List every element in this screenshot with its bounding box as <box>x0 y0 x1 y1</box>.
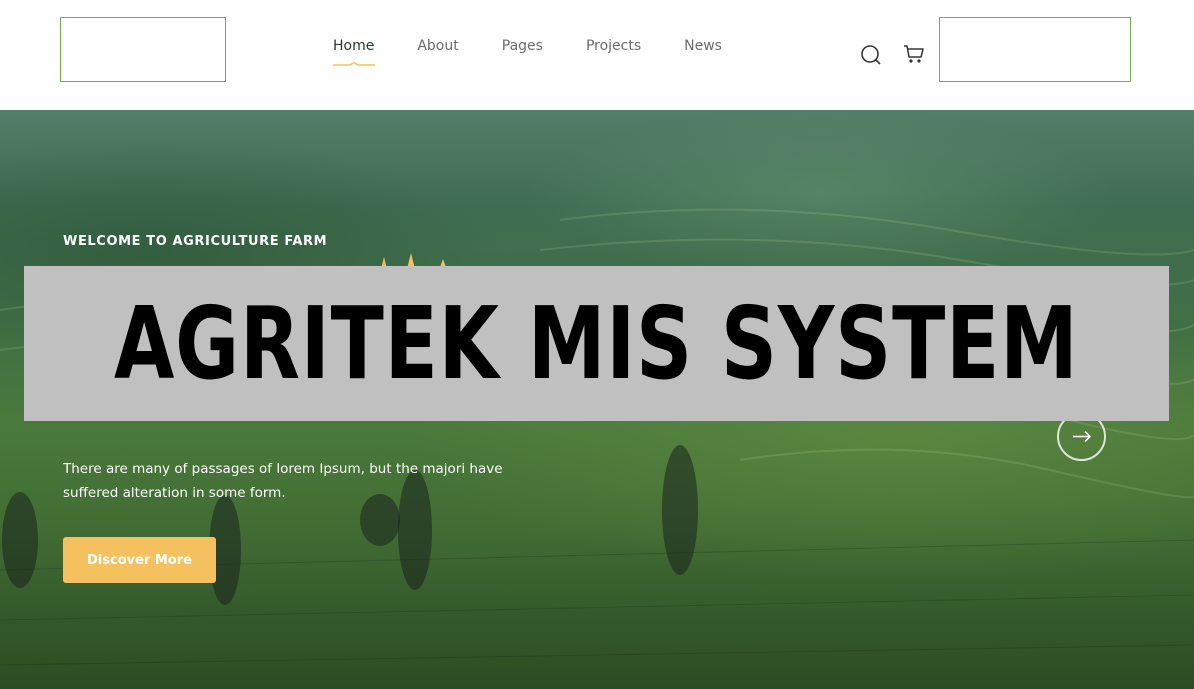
cart-icon[interactable] <box>902 42 926 66</box>
banner-title: AGRITEK MIS SYSTEM <box>114 285 1079 402</box>
search-icon[interactable] <box>859 43 883 67</box>
nav-item-home[interactable]: Home <box>333 38 375 66</box>
nav-item-label: Home <box>333 38 375 54</box>
nav-item-label: Projects <box>585 38 642 54</box>
main-nav: Home About Pages Projects News <box>333 38 765 66</box>
header-button-placeholder[interactable] <box>939 17 1131 82</box>
nav-item-projects[interactable]: Projects <box>586 38 641 54</box>
hero-description: There are many of passages of lorem Ipsu… <box>63 461 503 501</box>
nav-item-news[interactable]: News <box>684 38 722 54</box>
nav-item-label: About <box>417 38 459 54</box>
discover-more-button[interactable]: Discover More <box>63 537 216 583</box>
nav-item-pages[interactable]: Pages <box>502 38 543 54</box>
nav-item-about[interactable]: About <box>417 38 458 54</box>
logo-placeholder[interactable] <box>60 17 226 82</box>
nav-item-label: News <box>684 38 722 54</box>
nav-item-label: Pages <box>501 38 543 54</box>
active-underline-icon <box>333 62 375 66</box>
title-banner: AGRITEK MIS SYSTEM <box>24 266 1169 421</box>
site-header: Home About Pages Projects News <box>0 0 1194 110</box>
hero-tagline: WELCOME TO AGRICULTURE FARM <box>63 234 328 249</box>
